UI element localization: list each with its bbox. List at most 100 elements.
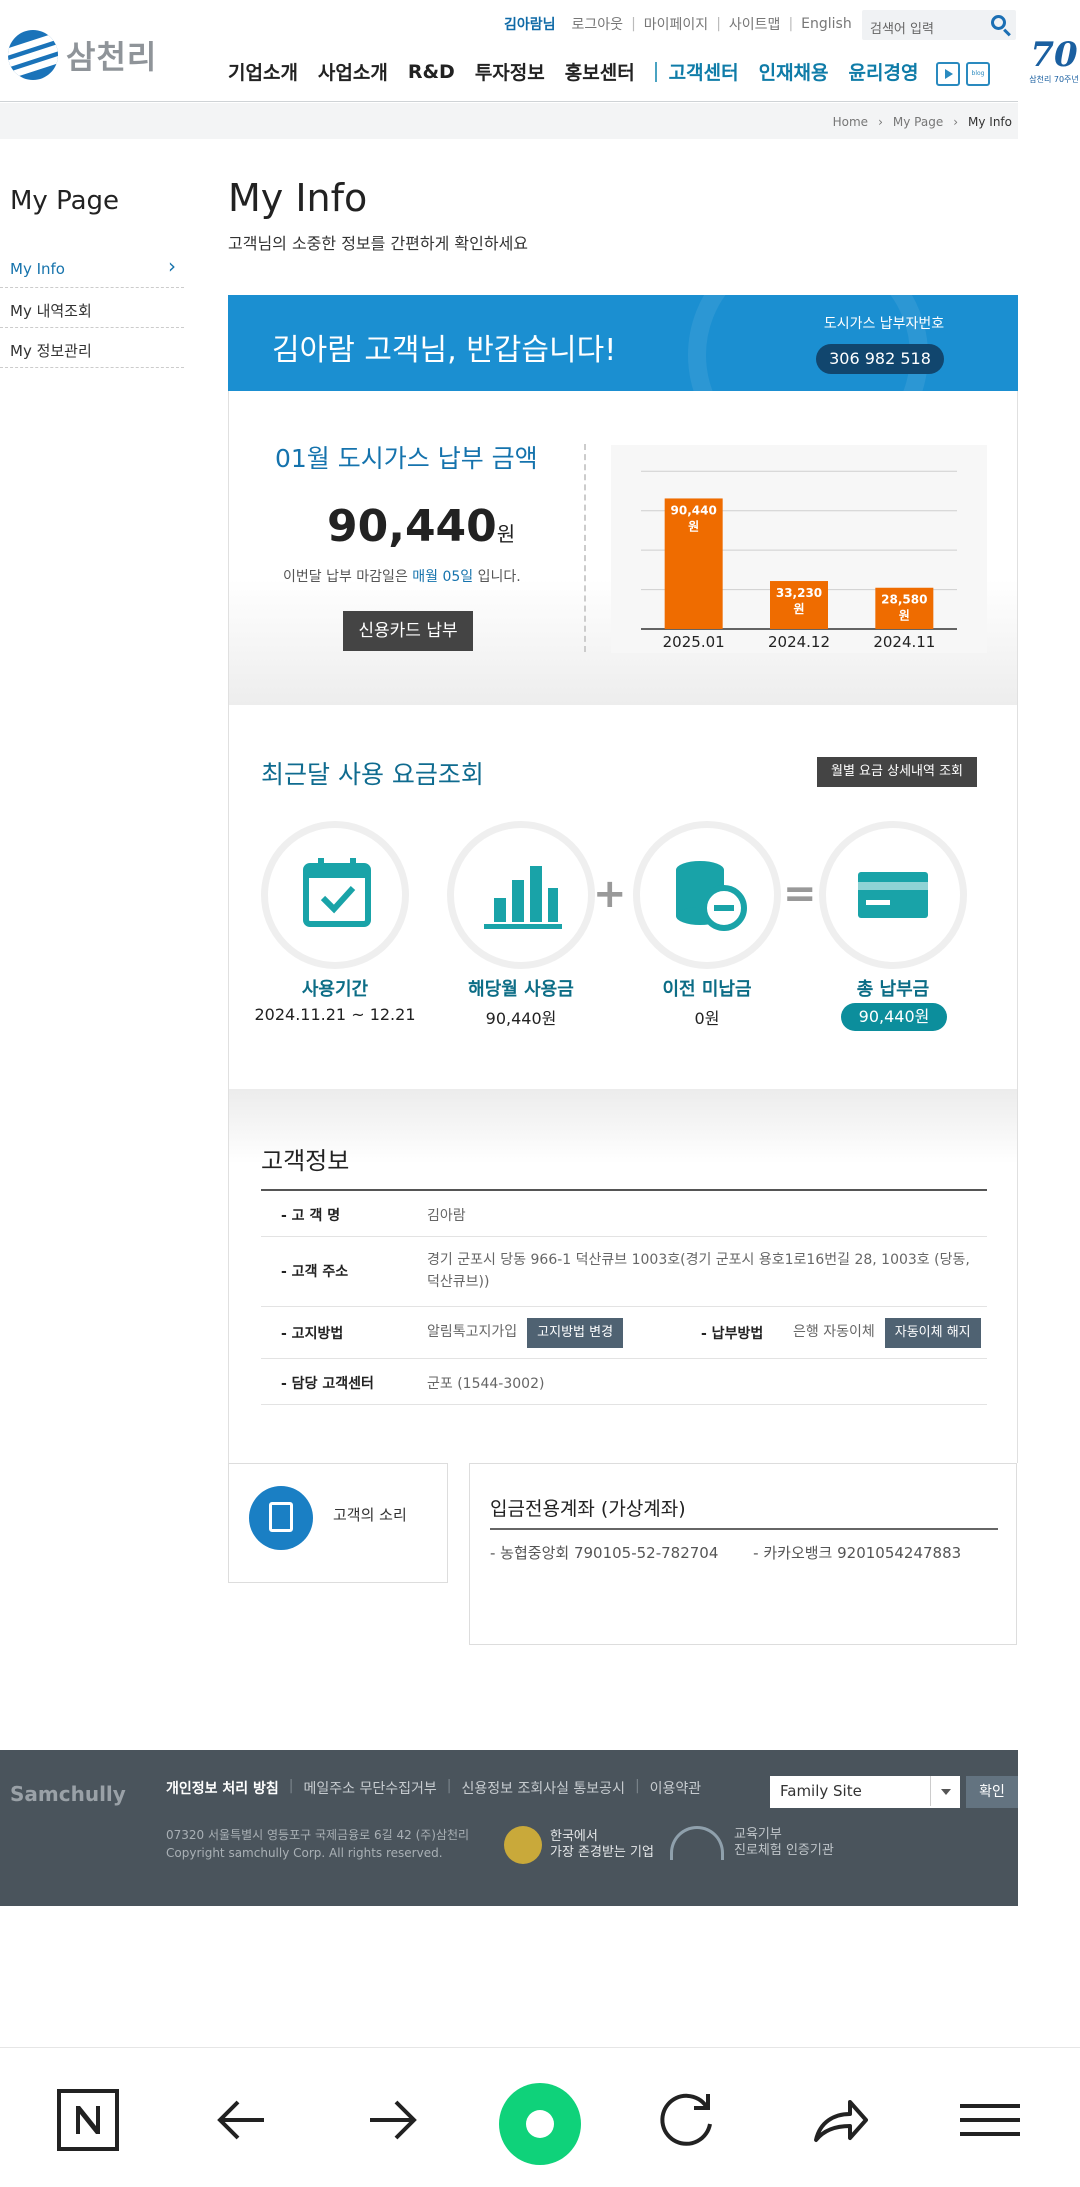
search-icon[interactable] (991, 15, 1006, 30)
calendar-check-icon (303, 858, 371, 927)
credit-card-icon (858, 872, 928, 918)
chevron-right-icon: › (953, 115, 959, 129)
forward-arrow-icon[interactable] (360, 2088, 424, 2152)
credit-card-pay-button[interactable]: 신용카드 납부 (343, 611, 473, 651)
nav-customer-center[interactable]: 고객센터 (669, 58, 739, 85)
bar-chart-icon (484, 866, 562, 929)
family-site-select[interactable]: Family Site (770, 1776, 960, 1808)
nav-investor[interactable]: 투자정보 (475, 58, 545, 85)
payment-method-value: 은행 자동이체 (793, 1324, 875, 1340)
award1-line1: 한국에서 (550, 1829, 598, 1844)
total-payment-circle (819, 821, 967, 969)
youtube-icon[interactable] (936, 62, 960, 86)
copyright-text: Copyright samchully Corp. All rights res… (166, 1846, 443, 1860)
due-day: 매월 05일 (412, 569, 474, 585)
chevron-down-icon[interactable] (930, 1776, 960, 1806)
customer-voice-label: 고객의 소리 (333, 1506, 407, 1524)
chart-data-unit: 원 (899, 609, 910, 623)
header: 삼천리 김아람님 로그아웃 | 마이페이지 | 사이트맵 | English 검… (0, 0, 1018, 102)
nav-business[interactable]: 사업소개 (318, 58, 388, 85)
coin-stack-minus-icon (676, 861, 747, 931)
footer-address: 07320 서울특별시 영등포구 국제금융로 6길 42 (주)삼천리 Copy… (166, 1826, 469, 1862)
banner-decoration (688, 295, 928, 391)
sidebar-item-my-info[interactable]: My Info (0, 248, 184, 288)
nav-rnd[interactable]: R&D (408, 61, 455, 83)
mypage-link[interactable]: 마이페이지 (636, 14, 716, 34)
equals-icon: = (783, 871, 817, 917)
usage-period-value: 2024.11.21 ~ 12.21 (254, 1005, 416, 1024)
english-link[interactable]: English (793, 16, 860, 32)
usage-title: 최근달 사용 요금조회 (261, 760, 484, 789)
green-home-button-icon[interactable] (498, 2082, 582, 2166)
footer-terms-link[interactable]: 이용약관 (650, 1778, 702, 1798)
virtual-account-title: 입금전용계좌 (가상계좌) (490, 1498, 686, 1520)
bill-amount-value: 90,440 (327, 501, 497, 552)
award1-line2: 가장 존경받는 기업 (550, 1845, 654, 1860)
award2-line1: 교육기부 (734, 1827, 782, 1842)
naver-n-icon[interactable] (56, 2088, 120, 2152)
notice-method-value: 알림톡고지가입 (427, 1324, 518, 1340)
table-row: - 담당 고객센터 군포 (1544-3002) (261, 1359, 987, 1405)
chart-data-label: 90,440 (671, 503, 717, 517)
logo[interactable]: 삼천리 (8, 30, 157, 80)
customer-info-table: - 고 객 명 김아람 - 고객 주소 경기 군포시 당동 966-1 덕산큐브… (261, 1189, 987, 1405)
monthly-detail-button[interactable]: 월별 요금 상세내역 조회 (817, 757, 977, 787)
footer-credit-notice-link[interactable]: 신용정보 조회사실 통보공시 (461, 1778, 624, 1798)
divider: | (288, 1778, 294, 1794)
payment-method: 은행 자동이체 자동이체 해지 (793, 1317, 981, 1348)
previous-unpaid-circle (633, 821, 781, 969)
nav-pr[interactable]: 홍보센터 (565, 58, 635, 85)
sidebar-item-info-manage[interactable]: My 정보관리 (0, 328, 184, 368)
monthly-usage-value: 90,440원 (485, 1009, 557, 1028)
blog-icon[interactable]: blog (966, 62, 990, 86)
table-row: - 고지방법 알림톡고지가입 고지방법 변경 - 납부방법 은행 자동이체 자동이체… (261, 1307, 987, 1359)
user-name-link[interactable]: 김아람님 (496, 14, 564, 34)
sitemap-link[interactable]: 사이트맵 (721, 14, 789, 34)
nav-recruit[interactable]: 인재채용 (759, 58, 829, 85)
breadcrumb-current: My Info (968, 115, 1012, 129)
footer-email-refusal-link[interactable]: 메일주소 무단수집거부 (304, 1778, 437, 1798)
bill-title: 01월 도시가스 납부 금액 (275, 444, 538, 473)
chevron-right-icon: › (878, 115, 883, 129)
sidebar-item-history[interactable]: My 내역조회 (0, 288, 184, 328)
welcome-greeting: 김아람 고객님, 반갑습니다! (272, 333, 617, 368)
family-site-confirm-button[interactable]: 확인 (966, 1776, 1018, 1808)
customer-address-label: - 고객 주소 (281, 1264, 349, 1280)
bill-amount: 90,440원 (327, 501, 515, 552)
footer-privacy-link[interactable]: 개인정보 처리 방침 (166, 1778, 279, 1798)
breadcrumb-bar: Home › My Page › My Info (0, 103, 1018, 139)
award2-line2: 진로체험 인증기관 (734, 1843, 834, 1858)
logout-link[interactable]: 로그아웃 (564, 14, 632, 34)
due-suffix: 입니다. (477, 569, 521, 585)
bill-summary: 01월 도시가스 납부 금액 90,440원 이번달 납부 마감일은 매월 05… (228, 391, 1018, 705)
chart-data-label: 33,230 (776, 586, 822, 600)
chart-tick-label: 2024.12 (768, 633, 830, 651)
change-notice-method-button[interactable]: 고지방법 변경 (527, 1318, 624, 1348)
monthly-usage-circle (447, 821, 595, 969)
search-input[interactable]: 검색어 입력 (862, 10, 1016, 40)
monthly-usage-label: 해당월 사용금 (468, 979, 574, 1000)
usage-period-circle (261, 821, 409, 969)
virtual-account-box: 입금전용계좌 (가상계좌) - 농협중앙회 790105-52-782704 -… (469, 1463, 1017, 1645)
chart-tick-label: 2024.11 (873, 633, 935, 651)
sns-links: blog (936, 62, 996, 86)
welcome-banner: 김아람 고객님, 반갑습니다! 도시가스 납부자번호 306 982 518 (228, 295, 1018, 391)
payment-method-label: - 납부방법 (701, 1326, 764, 1342)
nav-company[interactable]: 기업소개 (228, 58, 298, 85)
utility-menu: 김아람님 로그아웃 | 마이페이지 | 사이트맵 | English (496, 14, 860, 34)
share-icon[interactable] (808, 2088, 872, 2152)
refresh-icon[interactable] (656, 2088, 720, 2152)
award-respected: 한국에서 가장 존경받는 기업 (504, 1826, 654, 1864)
plus-icon: + (593, 871, 627, 917)
breadcrumb-home[interactable]: Home (833, 115, 868, 129)
service-center-label: - 담당 고객센터 (281, 1376, 374, 1392)
customer-voice-box[interactable]: 고객의 소리 (228, 1463, 448, 1583)
back-arrow-icon[interactable] (210, 2088, 274, 2152)
previous-unpaid-value: 0원 (694, 1009, 720, 1028)
menu-icon[interactable] (958, 2088, 1022, 2152)
account-kakaobank: - 카카오뱅크 9201054247883 (753, 1544, 962, 1562)
nav-ethics[interactable]: 윤리경영 (849, 58, 919, 85)
divider (584, 444, 586, 652)
cancel-auto-transfer-button[interactable]: 자동이체 해지 (884, 1318, 981, 1348)
breadcrumb-mypage[interactable]: My Page (893, 115, 943, 129)
